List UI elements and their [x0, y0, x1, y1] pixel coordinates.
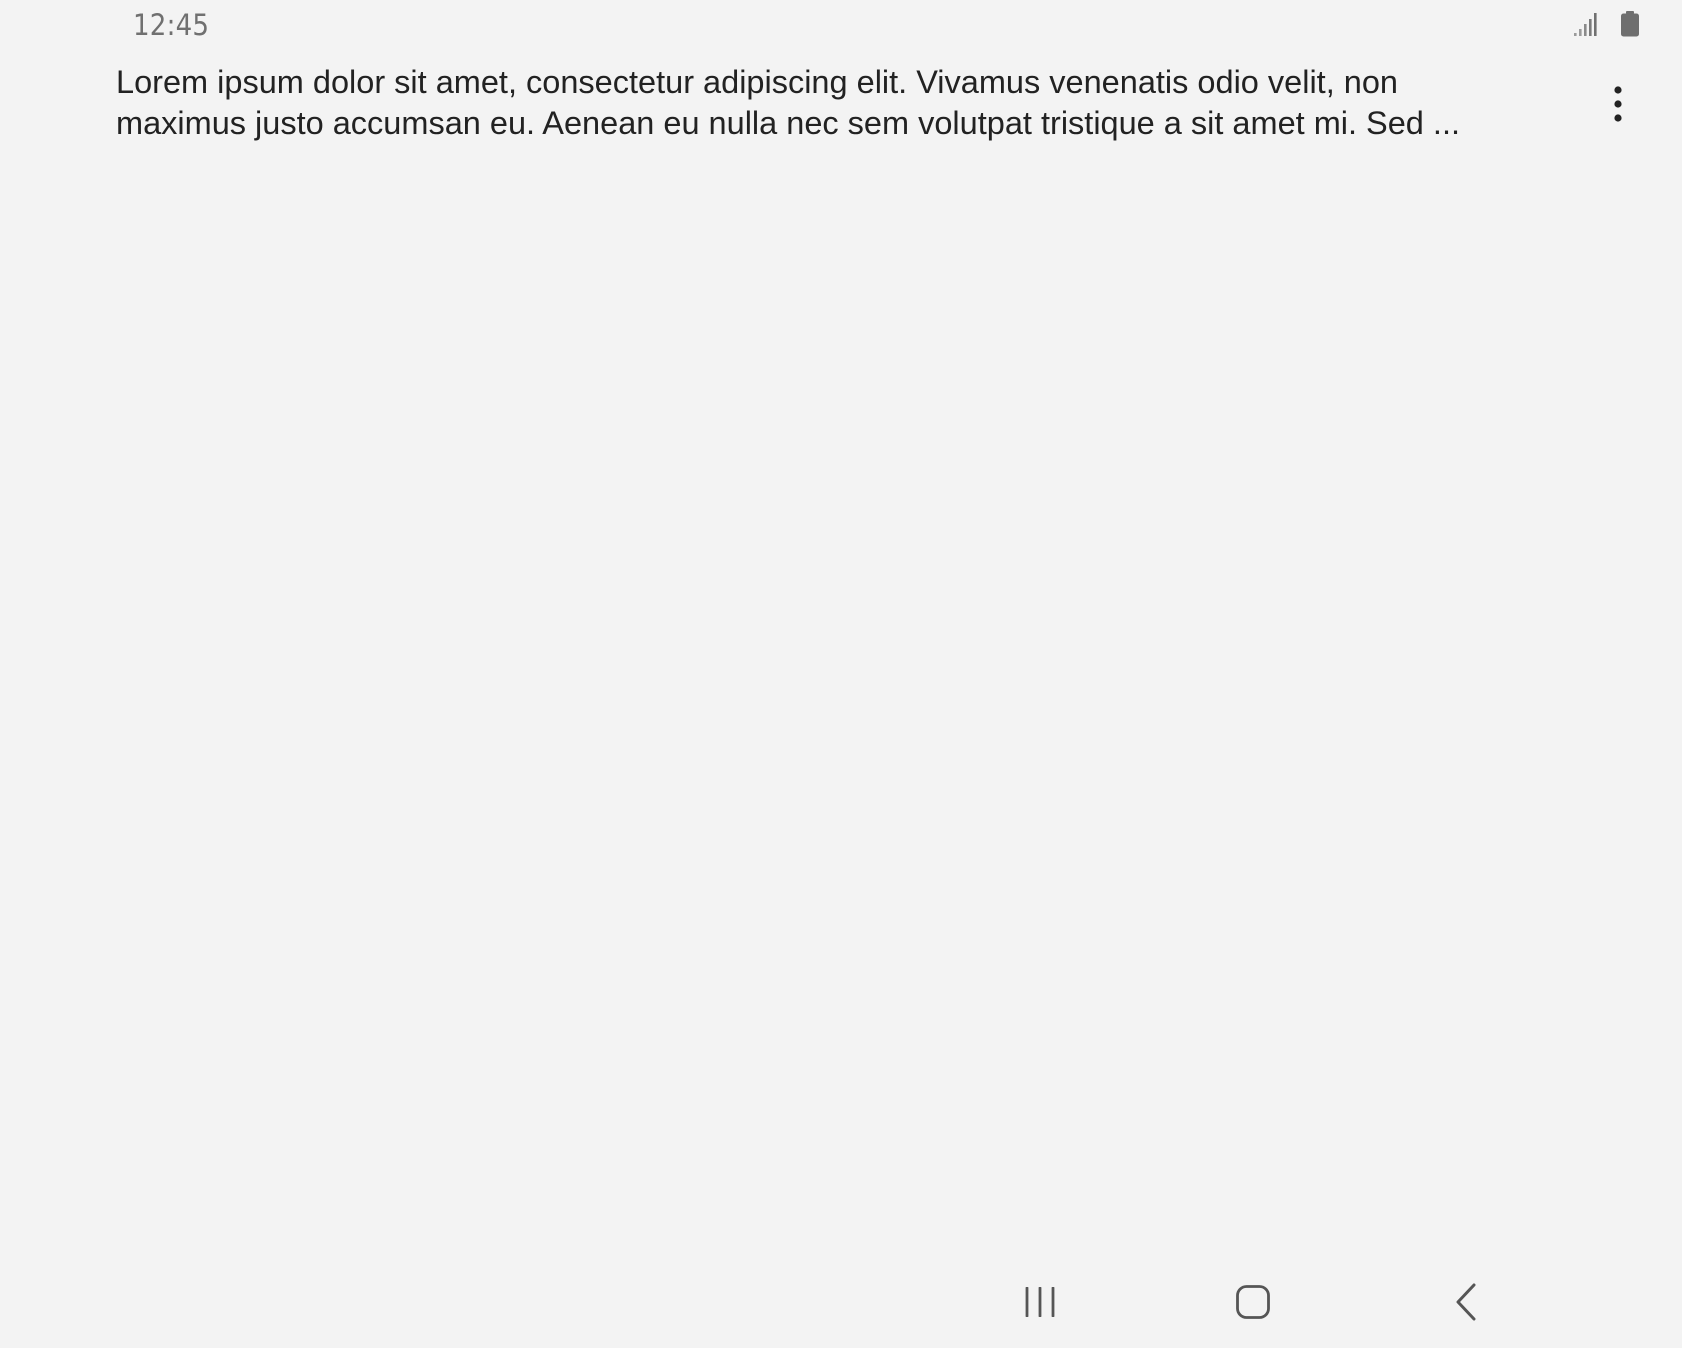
home-icon: [1236, 1284, 1270, 1319]
item-title: Lorem ipsum dolor sit amet, consectetur …: [116, 64, 1461, 141]
navigation-bar: [0, 1255, 1682, 1348]
back-button[interactable]: [1406, 1255, 1526, 1348]
more-vertical-icon: [1614, 86, 1622, 122]
recents-icon: [1025, 1286, 1055, 1317]
battery-icon: [1619, 11, 1641, 37]
home-button[interactable]: [1193, 1255, 1313, 1348]
status-time: 12:45: [133, 8, 210, 42]
recents-button[interactable]: [980, 1255, 1100, 1348]
more-options-button[interactable]: [1596, 78, 1640, 130]
status-bar: 12:45: [0, 0, 1682, 50]
back-icon: [1456, 1283, 1476, 1320]
signal-icon: [1572, 12, 1600, 38]
